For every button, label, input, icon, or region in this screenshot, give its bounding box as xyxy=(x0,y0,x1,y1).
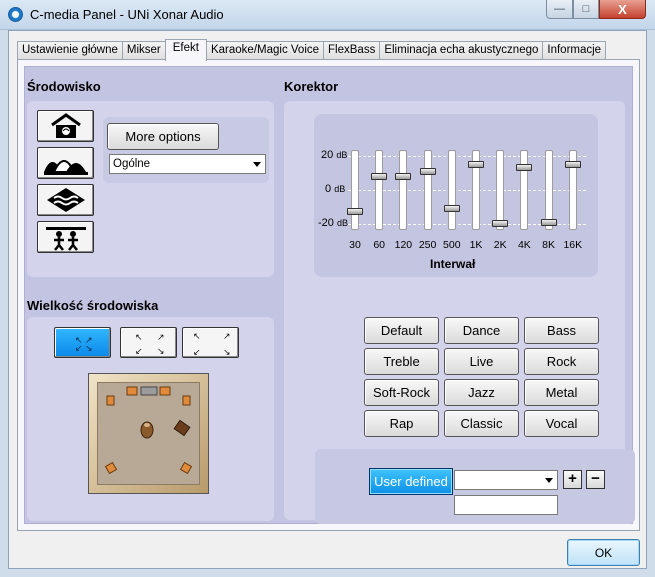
equalizer-sliders-box: 20 dB 0 dB -20 dB Interwał 30 60 120 250 500… xyxy=(314,114,598,277)
eq-frequency-label: 16K xyxy=(563,239,583,251)
band-axis-label: Interwał xyxy=(430,257,476,271)
environment-select-value: Ogólne xyxy=(113,158,151,170)
eq-slider-thumb[interactable] xyxy=(371,173,388,180)
eq-slider-track[interactable] xyxy=(375,150,384,230)
window-title: C-media Panel - UNi Xonar Audio xyxy=(30,7,224,22)
tab-page-efekt: Środowisko More options Ogólne Wielkość … xyxy=(17,59,640,531)
eq-slider-thumb[interactable] xyxy=(564,160,581,168)
arrow-icon: ↗ xyxy=(223,331,231,341)
user-preset-select[interactable] xyxy=(454,470,558,490)
eq-slider-track[interactable] xyxy=(423,150,432,230)
environment-heading: Środowisko xyxy=(27,79,101,94)
house-icon xyxy=(50,113,81,138)
size-large-button[interactable]: ↖ ↗ ↙ ↘ xyxy=(182,327,239,358)
room-preview xyxy=(88,373,209,494)
environment-panel: More options Ogólne xyxy=(27,101,274,277)
arrow-icon: ↘ xyxy=(223,347,231,357)
equalizer-heading: Korektor xyxy=(284,79,339,94)
arrow-icon: ↙ xyxy=(75,343,83,353)
eq-slider-thumb[interactable] xyxy=(492,220,509,228)
minimize-button[interactable]: — xyxy=(546,0,573,19)
arrow-icon: ↘ xyxy=(157,346,165,356)
arrow-icon: ↘ xyxy=(85,343,93,353)
preset-rap-button[interactable]: Rap xyxy=(364,410,439,437)
stage-performer-icon xyxy=(45,227,86,251)
tab-strip: Ustawienie główne Mikser Efekt Karaoke/M… xyxy=(17,39,607,61)
preset-metal-button[interactable]: Metal xyxy=(524,379,599,406)
arrow-icon: ↖ xyxy=(193,331,201,341)
preset-bass-button[interactable]: Bass xyxy=(524,317,599,344)
effects-panel: Środowisko More options Ogólne Wielkość … xyxy=(24,66,635,524)
user-defined-button[interactable]: User defined xyxy=(369,468,453,495)
preset-jazz-button[interactable]: Jazz xyxy=(444,379,519,406)
tab-karaoke-magic-voice[interactable]: Karaoke/Magic Voice xyxy=(205,41,325,60)
preset-soft-rock-button[interactable]: Soft-Rock xyxy=(364,379,439,406)
eq-slider-thumb[interactable] xyxy=(443,204,460,212)
eq-slider-track[interactable] xyxy=(399,150,408,230)
size-small-button[interactable]: ↖ ↗ ↙ ↘ xyxy=(54,327,111,358)
opera-house-icon xyxy=(43,160,88,175)
chevron-down-icon xyxy=(253,162,261,167)
db-label-mid: 0 dB xyxy=(325,183,346,195)
arrow-icon: ↙ xyxy=(135,346,143,356)
arrow-icon: ↙ xyxy=(193,347,201,357)
size-medium-button[interactable]: ↖ ↗ ↙ ↘ xyxy=(120,327,177,358)
eq-slider-thumb[interactable] xyxy=(395,173,412,180)
eq-slider-track[interactable] xyxy=(447,150,456,230)
db-label-bottom: -20 dB xyxy=(318,217,348,229)
add-preset-button[interactable]: + xyxy=(563,470,582,489)
maximize-button[interactable]: □ xyxy=(573,0,599,19)
preset-live-button[interactable]: Live xyxy=(444,348,519,375)
tab-ustawienie-glowne[interactable]: Ustawienie główne xyxy=(17,41,123,60)
eq-slider-track[interactable] xyxy=(351,150,359,230)
environment-select[interactable]: Ogólne xyxy=(109,154,266,174)
environment-house-button[interactable] xyxy=(37,110,94,142)
tab-informacje[interactable]: Informacje xyxy=(542,41,607,60)
db-label-top: 20 dB xyxy=(321,149,348,161)
preset-vocal-button[interactable]: Vocal xyxy=(524,410,599,437)
underwater-icon xyxy=(46,188,85,212)
eq-slider-track[interactable] xyxy=(496,150,505,230)
environment-size-heading: Wielkość środowiska xyxy=(27,298,159,313)
remove-preset-button[interactable]: − xyxy=(586,470,605,489)
ok-button[interactable]: OK xyxy=(567,539,640,566)
preset-dance-button[interactable]: Dance xyxy=(444,317,519,344)
eq-slider-thumb[interactable] xyxy=(419,167,436,175)
arrow-icon: ↖ xyxy=(135,332,143,342)
arrow-icon: ↗ xyxy=(157,332,165,342)
window-body: Ustawienie główne Mikser Efekt Karaoke/M… xyxy=(8,30,647,569)
tab-efekt[interactable]: Efekt xyxy=(164,39,207,61)
environment-stage-button[interactable] xyxy=(37,221,94,253)
preset-treble-button[interactable]: Treble xyxy=(364,348,439,375)
more-options-button[interactable]: More options xyxy=(107,123,219,150)
eq-slider-thumb[interactable] xyxy=(516,164,533,172)
preset-classic-button[interactable]: Classic xyxy=(444,410,519,437)
environment-opera-button[interactable] xyxy=(37,147,94,179)
environment-options-panel: More options Ogólne xyxy=(103,117,269,183)
room-speakers-illustration xyxy=(104,386,193,475)
eq-slider-track[interactable] xyxy=(520,150,529,230)
chevron-down-icon xyxy=(545,478,553,483)
eq-slider-thumb[interactable] xyxy=(347,208,363,215)
tab-flexbass[interactable]: FlexBass xyxy=(323,41,381,60)
cmedia-app-icon xyxy=(8,7,23,22)
eq-slider-thumb[interactable] xyxy=(468,160,484,168)
room-floor xyxy=(97,382,200,485)
tab-mikser[interactable]: Mikser xyxy=(121,41,166,60)
title-bar: C-media Panel - UNi Xonar Audio — □ X xyxy=(0,0,655,30)
preset-default-button[interactable]: Default xyxy=(364,317,439,344)
close-button[interactable]: X xyxy=(599,0,646,19)
environment-underwater-button[interactable] xyxy=(37,184,94,216)
eq-slider-thumb[interactable] xyxy=(540,218,557,226)
tab-eliminacja-echa[interactable]: Eliminacja echa akustycznego xyxy=(379,41,544,60)
preset-rock-button[interactable]: Rock xyxy=(524,348,599,375)
user-preset-name-input[interactable] xyxy=(454,495,558,515)
